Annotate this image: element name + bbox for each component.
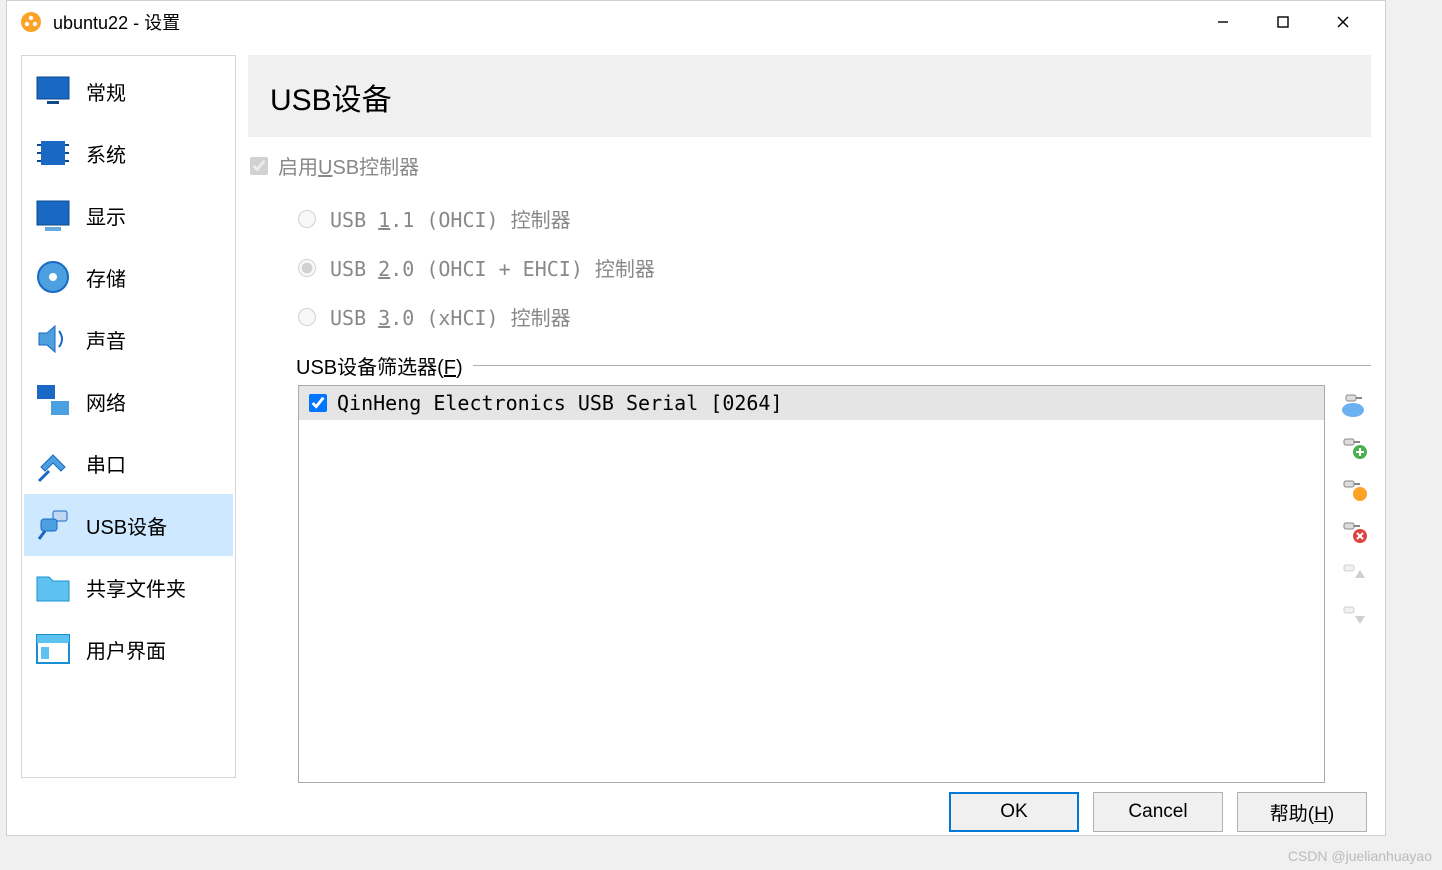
- network-icon: [32, 380, 74, 422]
- settings-body: 启用USB控制器 USB 1.1 (OHCI) 控制器 USB 2.0 (OHC…: [248, 137, 1371, 783]
- screen-icon: [32, 194, 74, 236]
- sidebar-item-serial[interactable]: 串口: [24, 432, 233, 494]
- titlebar: ubuntu22 - 设置: [7, 1, 1385, 43]
- filter-panel: QinHeng Electronics USB Serial [0264]: [298, 385, 1371, 783]
- move-down-button: [1335, 597, 1371, 633]
- filter-item[interactable]: QinHeng Electronics USB Serial [0264]: [299, 386, 1324, 420]
- sidebar-item-display[interactable]: 显示: [24, 184, 233, 246]
- sidebar-item-label: 用户界面: [86, 635, 166, 664]
- sidebar-item-storage[interactable]: 存储: [24, 246, 233, 308]
- help-button[interactable]: 帮助(H): [1237, 792, 1367, 832]
- enable-usb-checkbox[interactable]: [250, 157, 268, 175]
- chip-icon: [32, 132, 74, 174]
- ui-icon: [32, 628, 74, 670]
- usb11-radio[interactable]: [298, 210, 316, 228]
- sidebar-item-label: 共享文件夹: [86, 573, 186, 602]
- ok-button[interactable]: OK: [949, 792, 1079, 832]
- add-filter-button[interactable]: [1335, 429, 1371, 465]
- sidebar-item-usb[interactable]: USB设备: [24, 494, 233, 556]
- maximize-button[interactable]: [1253, 1, 1313, 43]
- filter-heading-label: USB设备筛选器(F): [296, 351, 463, 380]
- body-area: 常规 系统 显示 存储 声音 网络: [7, 43, 1385, 778]
- cancel-button[interactable]: Cancel: [1093, 792, 1223, 832]
- page-title: USB设备: [270, 75, 1349, 119]
- filter-list[interactable]: QinHeng Electronics USB Serial [0264]: [298, 385, 1325, 783]
- sidebar-item-label: 常规: [86, 77, 126, 106]
- page-header: USB设备: [248, 55, 1371, 137]
- folder-icon: [32, 566, 74, 608]
- window-title: ubuntu22 - 设置: [53, 9, 1193, 35]
- usb-icon: [32, 504, 74, 546]
- sidebar-item-general[interactable]: 常规: [24, 60, 233, 122]
- filter-buttons: [1335, 385, 1371, 783]
- speaker-icon: [32, 318, 74, 360]
- divider: [473, 365, 1371, 366]
- usb20-radio[interactable]: [298, 259, 316, 277]
- sidebar-item-label: 声音: [86, 325, 126, 354]
- usb-controller-radio-group: USB 1.1 (OHCI) 控制器 USB 2.0 (OHCI + EHCI)…: [298, 194, 1371, 341]
- main-panel: USB设备 启用USB控制器 USB 1.1 (OHCI) 控制器 USB 2.…: [248, 55, 1371, 778]
- filter-item-label: QinHeng Electronics USB Serial [0264]: [337, 391, 783, 415]
- usb30-label: USB 3.0 (xHCI) 控制器: [330, 302, 571, 331]
- minimize-button[interactable]: [1193, 1, 1253, 43]
- window-controls: [1193, 1, 1373, 43]
- close-button[interactable]: [1313, 1, 1373, 43]
- usb30-radio[interactable]: [298, 308, 316, 326]
- sidebar-item-shared-folders[interactable]: 共享文件夹: [24, 556, 233, 618]
- add-empty-filter-button[interactable]: [1335, 387, 1371, 423]
- serial-icon: [32, 442, 74, 484]
- enable-usb-label: 启用USB控制器: [278, 151, 419, 180]
- watermark: CSDN @juelianhuayao: [1288, 848, 1432, 864]
- edit-filter-button[interactable]: [1335, 471, 1371, 507]
- disk-icon: [32, 256, 74, 298]
- move-up-button: [1335, 555, 1371, 591]
- usb30-radio-row[interactable]: USB 3.0 (xHCI) 控制器: [298, 292, 1371, 341]
- sidebar-item-network[interactable]: 网络: [24, 370, 233, 432]
- sidebar-item-label: 网络: [86, 387, 126, 416]
- monitor-icon: [32, 70, 74, 112]
- usb11-radio-row[interactable]: USB 1.1 (OHCI) 控制器: [298, 194, 1371, 243]
- dialog-button-bar: OK Cancel 帮助(H): [7, 778, 1385, 846]
- sidebar-item-label: 串口: [86, 449, 126, 478]
- remove-filter-button[interactable]: [1335, 513, 1371, 549]
- usb20-label: USB 2.0 (OHCI + EHCI) 控制器: [330, 253, 655, 282]
- sidebar-item-ui[interactable]: 用户界面: [24, 618, 233, 680]
- sidebar-item-system[interactable]: 系统: [24, 122, 233, 184]
- usb11-label: USB 1.1 (OHCI) 控制器: [330, 204, 571, 233]
- sidebar-item-label: USB设备: [86, 511, 167, 540]
- sidebar: 常规 系统 显示 存储 声音 网络: [21, 55, 236, 778]
- sidebar-item-label: 显示: [86, 201, 126, 230]
- filter-item-checkbox[interactable]: [309, 394, 327, 412]
- sidebar-item-label: 系统: [86, 139, 126, 168]
- app-icon: [19, 10, 43, 34]
- sidebar-item-label: 存储: [86, 263, 126, 292]
- filter-heading: USB设备筛选器(F): [296, 351, 1371, 380]
- usb20-radio-row[interactable]: USB 2.0 (OHCI + EHCI) 控制器: [298, 243, 1371, 292]
- sidebar-item-audio[interactable]: 声音: [24, 308, 233, 370]
- settings-window: ubuntu22 - 设置 常规 系统 显示 存储: [6, 0, 1386, 836]
- enable-usb-checkbox-row[interactable]: 启用USB控制器: [250, 147, 1371, 184]
